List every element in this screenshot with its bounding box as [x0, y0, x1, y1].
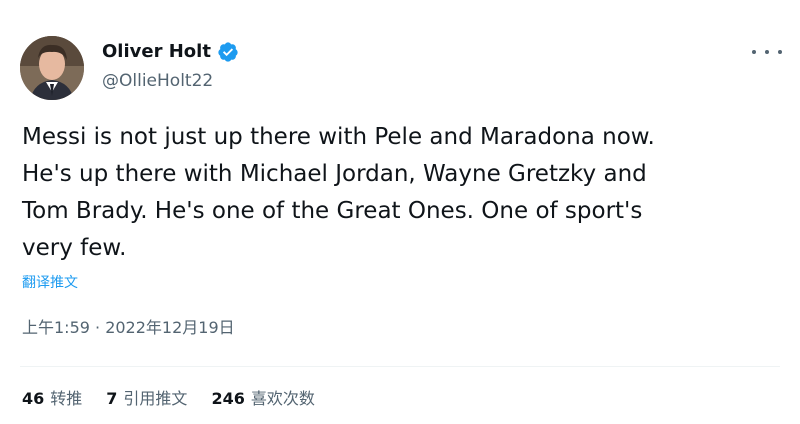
retweets-stat[interactable]: 46 转推 [22, 387, 82, 411]
author-display-name[interactable]: Oliver Holt [102, 41, 211, 63]
quotes-stat[interactable]: 7 引用推文 [106, 387, 187, 411]
likes-label: 喜欢次数 [250, 389, 315, 408]
tweet-stats: 46 转推 7 引用推文 246 喜欢次数 [22, 387, 315, 411]
translate-tweet-link[interactable]: 翻译推文 [22, 274, 78, 292]
retweets-count: 46 [22, 389, 45, 408]
more-options-button[interactable] [752, 44, 782, 60]
quotes-label: 引用推文 [123, 389, 188, 408]
likes-count: 246 [211, 389, 245, 408]
author-name-row: Oliver Holt [102, 41, 239, 63]
quotes-count: 7 [106, 389, 118, 408]
likes-stat[interactable]: 246 喜欢次数 [211, 387, 314, 411]
more-horizontal-icon-dot [765, 50, 769, 54]
tweet-timestamp[interactable]: 上午1:59 · 2022年12月19日 [22, 316, 235, 340]
tweet-text: Messi is not just up there with Pele and… [22, 124, 655, 261]
avatar[interactable] [20, 36, 84, 100]
retweets-label: 转推 [50, 389, 83, 408]
more-horizontal-icon-dot [752, 50, 756, 54]
tweet-card: Oliver Holt @OllieHolt22 Messi is not ju… [0, 0, 800, 424]
divider [20, 366, 780, 367]
author-handle[interactable]: @OllieHolt22 [102, 70, 213, 92]
more-horizontal-icon-dot [778, 50, 782, 54]
verified-badge-icon [217, 41, 239, 63]
avatar-image [20, 36, 84, 100]
